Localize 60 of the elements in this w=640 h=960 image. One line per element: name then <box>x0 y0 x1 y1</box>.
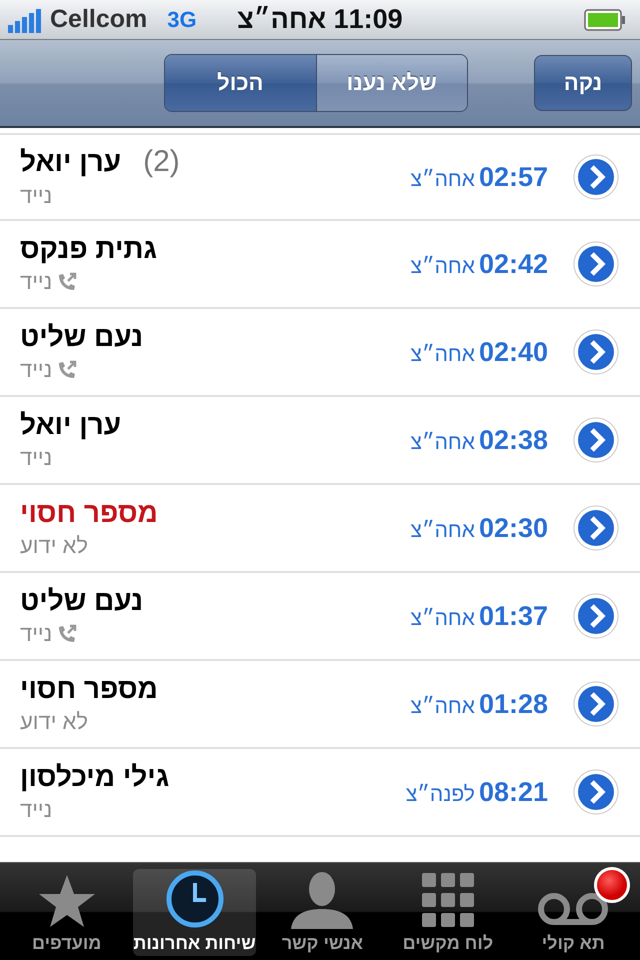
phone-type: נייד <box>20 621 52 647</box>
detail-disclosure-icon[interactable] <box>572 768 620 816</box>
phone-type: נייד <box>20 269 52 295</box>
call-time: 08:21 <box>478 776 548 808</box>
person-icon <box>289 871 356 929</box>
phone-type: נייד <box>20 445 52 471</box>
time-period: אחה״צ <box>410 694 475 718</box>
detail-disclosure-icon[interactable] <box>572 592 620 640</box>
battery-icon <box>584 8 626 30</box>
caller-name: גתית פנקס <box>20 233 157 265</box>
clock-icon <box>164 869 225 929</box>
network-type: 3G <box>167 6 197 32</box>
call-time: 02:42 <box>478 248 548 280</box>
call-time: 02:30 <box>478 512 548 544</box>
caller-name: ערן יואל <box>20 146 122 178</box>
caller-name: נעם שליט <box>20 321 144 353</box>
carrier-name: Cellcom <box>50 5 148 34</box>
clear-button[interactable]: נקה <box>534 55 632 111</box>
detail-disclosure-icon[interactable] <box>572 240 620 288</box>
caller-name: גילי מיכלסון <box>20 761 170 793</box>
time-period: אחה״צ <box>410 430 475 454</box>
time-period: אחה״צ <box>410 254 475 278</box>
caller-name: נעם שליט <box>20 585 144 617</box>
tab-bar-item[interactable]: מועדפים <box>8 869 126 956</box>
caller-name: מספר חסוי <box>20 497 158 529</box>
tab-bar-item[interactable]: תא קולי <box>514 869 632 956</box>
detail-disclosure-icon[interactable] <box>572 504 620 552</box>
tab-bar-item[interactable]: שיחות אחרונות <box>133 869 256 956</box>
call-time: 02:40 <box>478 336 548 368</box>
status-time: 11:09 אחה״צ <box>237 4 403 35</box>
time-period: לפנה״צ <box>406 782 475 806</box>
outgoing-call-icon <box>56 271 78 293</box>
phone-type: נייד <box>20 357 52 383</box>
time-period: אחה״צ <box>410 342 475 366</box>
detail-disclosure-icon[interactable] <box>572 416 620 464</box>
phone-type: נייד <box>20 183 52 209</box>
time-period: אחה״צ <box>410 606 475 630</box>
detail-disclosure-icon[interactable] <box>572 680 620 728</box>
call-time: 02:57 <box>478 162 548 192</box>
phone-type: נייד <box>20 797 52 823</box>
star-icon <box>36 873 97 929</box>
caller-name: ערן יואל <box>20 409 122 441</box>
signal-icon <box>8 6 44 32</box>
call-count: (2) <box>143 145 180 179</box>
outgoing-call-icon <box>56 623 78 645</box>
segment-tab[interactable]: הכול <box>165 55 316 111</box>
phone-type: לא ידוע <box>20 709 88 735</box>
call-time: 01:28 <box>478 688 548 720</box>
keypad-icon <box>422 873 474 929</box>
phone-type: לא ידוע <box>20 533 88 559</box>
outgoing-call-icon <box>56 359 78 381</box>
time-period: אחה״צ <box>410 168 475 192</box>
call-time: 01:37 <box>478 600 548 632</box>
tab-bar-item[interactable]: אנשי קשר <box>264 869 382 956</box>
tab-bar-item[interactable]: לוח מקשים <box>389 869 507 956</box>
caller-name: מספר חסוי <box>20 673 158 705</box>
call-time: 02:38 <box>478 424 548 456</box>
time-period: אחה״צ <box>410 518 475 542</box>
detail-disclosure-icon[interactable] <box>572 153 620 201</box>
detail-disclosure-icon[interactable] <box>572 328 620 376</box>
